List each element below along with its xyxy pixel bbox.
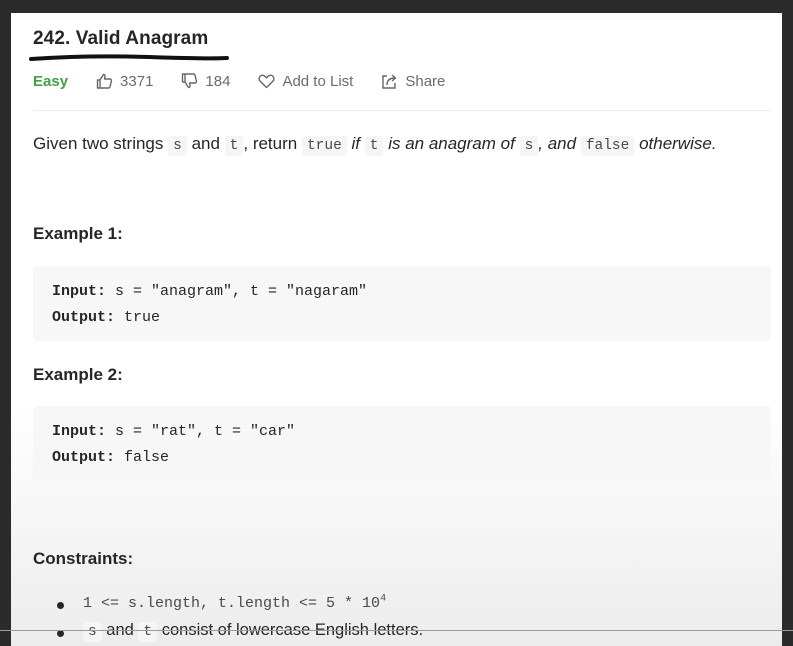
example-2-box: Input: s = "rat", t = "car" Output: fals… — [33, 406, 771, 481]
inline-code-true: true — [301, 136, 347, 156]
difficulty-badge: Easy — [33, 72, 69, 90]
inline-code-false: false — [580, 136, 635, 156]
bullet-icon — [57, 630, 64, 637]
example-2-heading: Example 2: — [33, 365, 123, 384]
example-1-box: Input: s = "anagram", t = "nagaram" Outp… — [33, 266, 771, 341]
header-divider — [33, 110, 771, 111]
like-count: 3371 — [120, 72, 154, 90]
example-1-heading: Example 1: — [33, 224, 123, 243]
title-underline-annotation — [29, 54, 229, 61]
problem-title: 242. Valid Anagram — [33, 28, 209, 49]
constraints-heading: Constraints: — [33, 549, 134, 568]
example-2-input: Input: s = "rat", t = "car" — [52, 423, 296, 440]
inline-code-s: s — [168, 136, 187, 156]
share-button[interactable]: Share — [381, 73, 445, 90]
problem-description: Given two strings s and t, return true i… — [33, 134, 717, 156]
example-1-input: Input: s = "anagram", t = "nagaram" — [52, 283, 368, 300]
video-progress-line — [0, 630, 793, 631]
add-to-list-button[interactable]: Add to List — [258, 73, 353, 90]
like-button[interactable]: 3371 — [96, 73, 153, 90]
share-icon — [382, 74, 397, 89]
heart-icon — [258, 74, 276, 88]
example-1-output: Output: true — [52, 309, 161, 326]
share-label: Share — [405, 72, 446, 90]
thumbs-down-icon — [182, 73, 198, 89]
add-to-list-label: Add to List — [282, 72, 354, 90]
example-2-output: Output: false — [52, 449, 170, 466]
problem-panel: 242. Valid Anagram Easy 3371 184 Add to … — [11, 13, 782, 646]
dislike-button[interactable]: 184 — [181, 73, 230, 90]
problem-meta-bar: Easy 3371 184 Add to List Share — [33, 70, 473, 92]
dislike-count: 184 — [205, 72, 231, 90]
inline-code-t: t — [224, 136, 244, 156]
inline-code-t: t — [364, 136, 384, 156]
inline-code-s: s — [519, 136, 539, 156]
bullet-icon — [57, 602, 64, 609]
thumbs-up-icon — [96, 73, 113, 89]
